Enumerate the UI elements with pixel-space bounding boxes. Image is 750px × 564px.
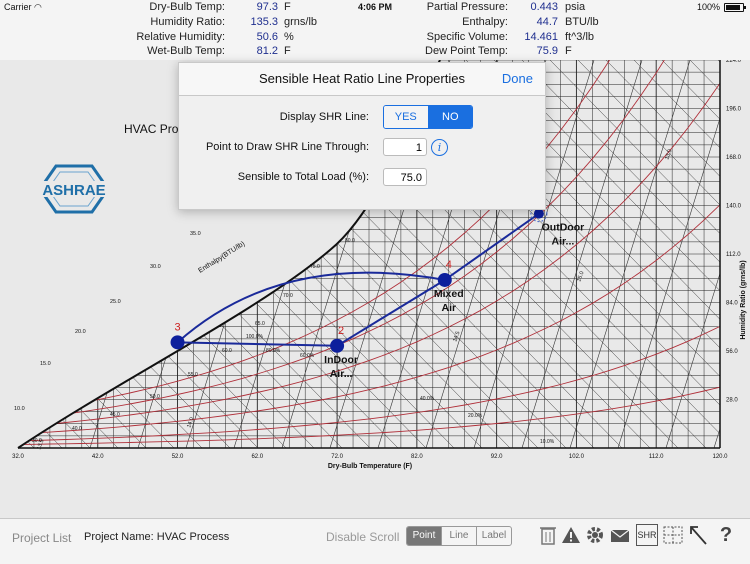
y-tick-label: 56.0 [726, 349, 738, 355]
rh-label: 20.0% [468, 413, 483, 419]
trash-icon[interactable] [538, 524, 558, 546]
wet-bulb-tick-label: 40.0 [72, 426, 82, 432]
mail-icon[interactable] [610, 524, 630, 546]
enthalpy-tick-label: 35.0 [190, 231, 201, 237]
sensible-load-label: Sensible to Total Load (%): [237, 171, 369, 183]
popover-title: Sensible Heat Ratio Line Properties [259, 71, 465, 86]
enthalpy-tick-label: 10.0 [14, 406, 25, 412]
x-axis-label: Dry-Bulb Temperature (F) [328, 463, 412, 470]
mode-line[interactable]: Line [442, 527, 477, 545]
shr-properties-popover: Sensible Heat Ratio Line Properties Done… [178, 62, 546, 210]
rh-label: 80.0% [266, 348, 281, 354]
ashrae-logo: ASHRAE [36, 164, 112, 214]
state-point-1 [533, 208, 544, 219]
y-tick-label: 84.0 [726, 301, 738, 307]
wet-bulb-tick-label: 70.0 [283, 293, 293, 299]
rh-label: 10.0% [540, 439, 555, 445]
enthalpy-tick-label: 30.0 [150, 264, 161, 270]
x-tick-label: 32.0 [12, 454, 24, 460]
wet-bulb-tick-label: 55.0 [188, 372, 198, 378]
mode-point[interactable]: Point [407, 527, 442, 545]
info-icon[interactable]: i [431, 139, 448, 156]
point-input[interactable]: 1 [383, 138, 427, 156]
y-tick-label: 196.0 [726, 107, 742, 113]
no-option[interactable]: NO [428, 106, 472, 128]
disable-scroll-button[interactable]: Disable Scroll [326, 530, 399, 544]
y-tick-label: 112.0 [726, 252, 741, 258]
state-point-label: Mixed [434, 288, 464, 300]
state-point-label: Air... [552, 236, 575, 248]
shr-icon[interactable]: SHR [636, 524, 658, 546]
arrow-icon[interactable] [688, 524, 708, 546]
wet-bulb-tick-label: 65.0 [255, 321, 265, 327]
readout-specific-volume: Specific Volume: 14.461 ft^3/lb [426, 31, 595, 43]
bottom-toolbar: Project List Project Name: HVAC Process … [0, 518, 750, 564]
rh-label: 40.0% [420, 396, 435, 402]
enthalpy-tick-label: 20.0 [75, 329, 86, 335]
help-icon[interactable]: ? [716, 524, 736, 546]
x-tick-label: 42.0 [92, 454, 104, 460]
x-tick-label: 120.0 [712, 454, 728, 460]
gear-icon[interactable] [585, 524, 605, 546]
y-tick-label: 28.0 [726, 398, 738, 404]
enthalpy-tick-label: 15.0 [40, 361, 51, 367]
grid-icon[interactable] [663, 524, 683, 546]
y-tick-label: 224.0 [726, 60, 742, 64]
x-tick-label: 62.0 [251, 454, 263, 460]
popover-header: Sensible Heat Ratio Line Properties Done [179, 63, 545, 96]
warning-icon[interactable] [561, 524, 581, 546]
readout-enthalpy: Enthalpy: 44.7 BTU/lb [462, 16, 599, 28]
state-point-number: 2 [338, 325, 344, 337]
project-list-button[interactable]: Project List [12, 531, 71, 545]
enthalpy-tick-label: 25.0 [110, 299, 121, 305]
state-point-2 [330, 338, 345, 353]
state-point-label: OutDoor [542, 222, 585, 234]
x-tick-label: 102.0 [569, 454, 585, 460]
x-tick-label: 52.0 [172, 454, 184, 460]
state-point-label: InDoor [324, 354, 358, 366]
logo-text: ASHRAE [42, 182, 105, 199]
rh-label: 60.0% [300, 353, 315, 359]
wet-bulb-tick-label: 80.0 [345, 238, 355, 244]
project-name: Project Name: HVAC Process [84, 531, 230, 543]
wet-bulb-tick-label: 60.0 [222, 348, 232, 354]
wet-bulb-tick-label: 75.0 [310, 264, 320, 270]
state-point-label: Air... [330, 368, 353, 380]
readout-panel: Dry-Bulb Temp: 97.3 F Humidity Ratio: 13… [0, 0, 750, 60]
chart-title: HVAC Proc [124, 122, 185, 136]
y-tick-label: 140.0 [726, 204, 742, 210]
x-tick-label: 112.0 [649, 454, 664, 460]
x-tick-label: 72.0 [331, 454, 343, 460]
yes-option[interactable]: YES [384, 106, 429, 128]
display-shr-label: Display SHR Line: [279, 111, 369, 123]
readout-dew-point: Dew Point Temp: 75.9 F [425, 45, 572, 57]
display-shr-toggle[interactable]: YES NO [383, 105, 473, 129]
point-to-draw-label: Point to Draw SHR Line Through: [205, 141, 369, 153]
state-point-number: 3 [174, 321, 180, 333]
rh-label: 100.0% [246, 334, 264, 340]
state-point-3 [170, 335, 185, 350]
state-point-number: 4 [446, 259, 452, 271]
y-axis-label: Humidity Ratio (grns/lb) [740, 260, 747, 339]
y-tick-label: 168.0 [726, 155, 742, 161]
mode-selector[interactable]: Point Line Label [406, 526, 512, 546]
wet-bulb-tick-label: 50.0 [150, 394, 160, 400]
state-point-label: Air [441, 302, 456, 314]
done-button[interactable]: Done [502, 71, 533, 86]
mode-label[interactable]: Label [477, 527, 511, 545]
wet-bulb-tick-label: 45.0 [110, 412, 120, 418]
readout-partial-pressure: Partial Pressure: 0.443 psia [426, 1, 586, 13]
sensible-load-input[interactable]: 75.0 [383, 168, 427, 186]
state-point-4 [437, 272, 452, 287]
x-tick-label: 82.0 [411, 454, 423, 460]
x-tick-label: 92.0 [491, 454, 503, 460]
